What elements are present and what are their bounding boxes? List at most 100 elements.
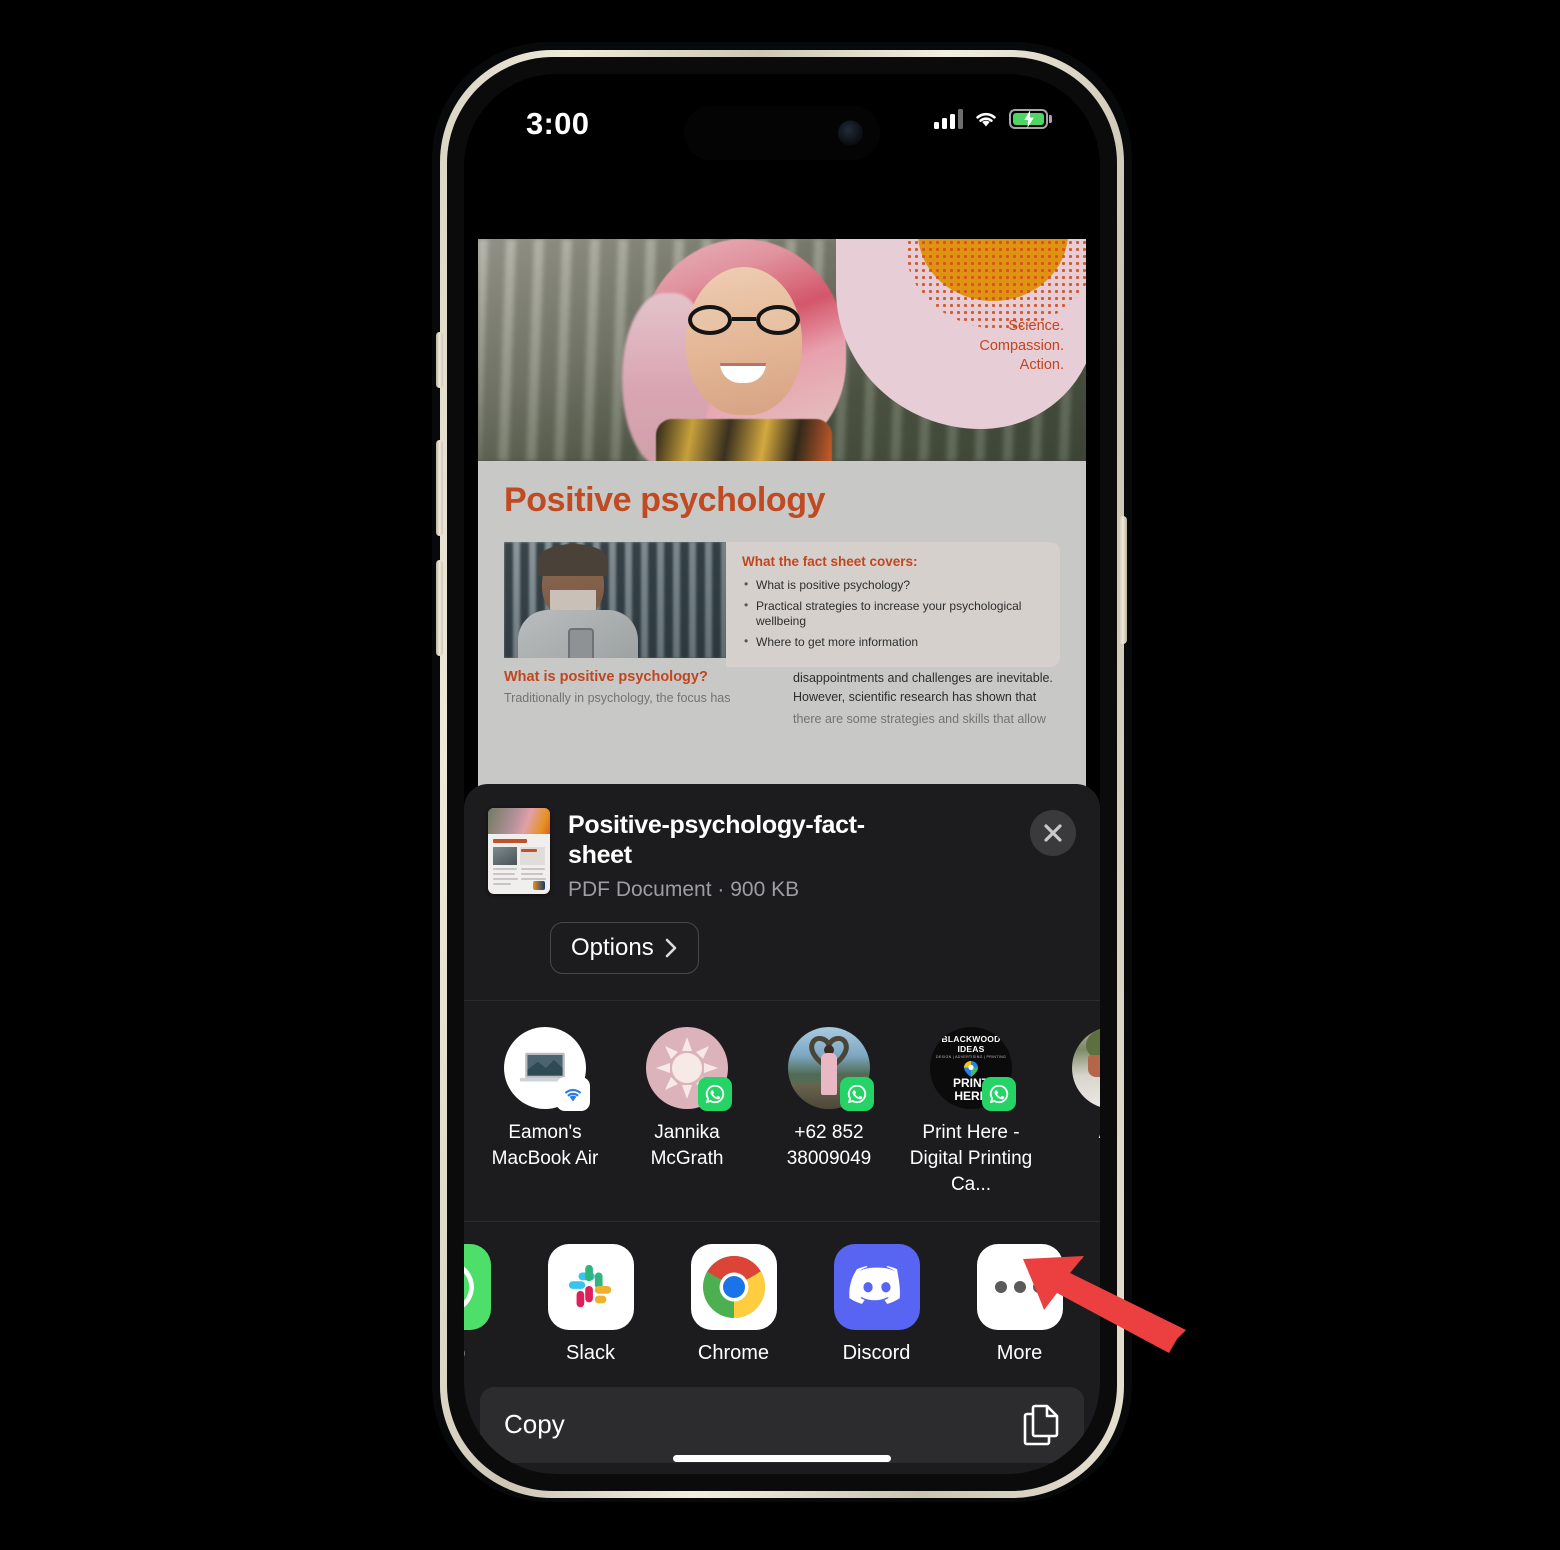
home-indicator [673, 1455, 891, 1462]
share-sheet-file-info: Positive-psychology-fact-sheet PDF Docum… [568, 808, 1076, 902]
phone-screen: Science. Compassion. Action. Positive ps… [464, 74, 1100, 1474]
share-target-arc[interactable]: Arc [1042, 1027, 1100, 1199]
pdf-preview[interactable]: Science. Compassion. Action. Positive ps… [478, 239, 1086, 799]
man-phone [568, 628, 594, 658]
tagline-line-1: Science. [1008, 318, 1064, 334]
share-target-label: +62 852 38009049 [786, 1122, 872, 1170]
hero-person-photo [618, 239, 868, 461]
close-button[interactable] [1030, 810, 1076, 856]
thumbnail-footer-logo [533, 881, 545, 890]
pdf-right-text: disappointments and challenges are inevi… [793, 671, 1053, 704]
status-bar-time: 3:00 [526, 106, 590, 141]
avatar [1072, 1027, 1100, 1109]
beach-person-body [821, 1053, 837, 1095]
share-app-label: App [464, 1342, 519, 1365]
close-icon [1044, 824, 1062, 842]
airdrop-badge-icon [556, 1077, 590, 1111]
share-app-label: Discord [842, 1341, 911, 1364]
volume-down-button[interactable] [436, 560, 443, 656]
pdf-thumbnail [488, 808, 550, 894]
covers-heading: What the fact sheet covers: [742, 554, 918, 569]
avatar: BLACKWOOD IDEAS DESIGN | ADVERTISING | P… [930, 1027, 1016, 1111]
covers-item: Where to get more information [742, 634, 1048, 651]
chevron-right-icon [665, 938, 677, 958]
pdf-man-photo [504, 542, 726, 658]
share-target-jannika[interactable]: Jannika McGrath [616, 1027, 758, 1199]
action-button[interactable] [436, 332, 443, 388]
pdf-hero-image: Science. Compassion. Action. [478, 239, 1086, 461]
share-app-label: Slack [566, 1341, 615, 1364]
copy-documents-icon [1023, 1404, 1059, 1445]
wifi-icon [976, 112, 996, 126]
pdf-columns: What is positive psychology? Traditional… [504, 669, 1060, 725]
share-app-discord[interactable]: Discord [805, 1243, 948, 1365]
share-apps-row[interactable]: App [464, 1222, 1100, 1377]
avatar [504, 1027, 590, 1111]
share-target-macbook[interactable]: Eamon's MacBook Air [474, 1027, 616, 1199]
hero-face [686, 267, 802, 415]
pdf-left-text: Traditionally in psychology, the focus h… [504, 691, 731, 706]
more-app-icon [976, 1243, 1063, 1330]
share-target-label: Eamon's MacBook Air [491, 1122, 599, 1170]
hero-shirt [656, 419, 832, 461]
screenshot-stage: Science. Compassion. Action. Positive ps… [0, 0, 1560, 1550]
avatar [788, 1027, 874, 1111]
share-sheet-header: Positive-psychology-fact-sheet PDF Docum… [464, 784, 1100, 902]
thumbnail-hero [488, 808, 550, 834]
covers-list: What is positive psychology? Practical s… [742, 577, 1048, 651]
share-app-label: More [996, 1341, 1043, 1364]
share-target-label: Arc [1042, 1120, 1100, 1146]
plant-pot [1088, 1055, 1100, 1077]
man-hair [538, 544, 608, 576]
share-targets-row[interactable]: Eamon's MacBook Air Jannika McGrath +62 … [464, 1001, 1100, 1217]
options-label: Options [571, 934, 654, 961]
file-name: Positive-psychology-fact-sheet [568, 811, 865, 869]
pdf-title: Positive psychology [504, 481, 826, 519]
discord-app-icon [833, 1243, 920, 1330]
battery-charging-icon [1009, 108, 1048, 129]
thumbnail-accent-line [521, 849, 537, 852]
pdf-body: Positive psychology What the fact sheet … [478, 461, 1086, 726]
share-sheet: Positive-psychology-fact-sheet PDF Docum… [464, 784, 1100, 1474]
pdf-tagline: Science. Compassion. Action. [979, 317, 1064, 376]
slack-app-icon [547, 1243, 634, 1330]
pdf-section-heading: What is positive psychology? [504, 669, 708, 686]
share-app-slack[interactable]: Slack [519, 1243, 662, 1365]
share-app-label: Chrome [697, 1341, 770, 1364]
thumbnail-image [493, 847, 517, 865]
tagline-line-3: Action. [1019, 357, 1064, 374]
volume-up-button[interactable] [436, 440, 443, 536]
cellular-signal-icon [934, 108, 963, 129]
dynamic-island [684, 106, 880, 160]
covers-item: Practical strategies to increase your ps… [742, 598, 1048, 630]
tagline-line-2: Compassion. [979, 337, 1064, 354]
copy-label: Copy [504, 1409, 565, 1440]
power-button[interactable] [1119, 516, 1127, 644]
share-target-phone-number[interactable]: +62 852 38009049 [758, 1027, 900, 1199]
whatsapp-app-icon [464, 1243, 491, 1330]
thumbnail-title-line [493, 839, 527, 843]
status-bar: 3:00 [464, 74, 1100, 160]
file-meta: PDF Document · 900 KB [568, 878, 800, 901]
copy-action-row[interactable]: Copy [480, 1386, 1084, 1463]
share-target-print-here[interactable]: BLACKWOOD IDEAS DESIGN | ADVERTISING | P… [900, 1027, 1042, 1199]
whatsapp-badge-icon [840, 1077, 874, 1111]
status-bar-indicators [934, 108, 1048, 129]
print-here-brand: BLACKWOOD IDEAS [941, 1033, 1001, 1054]
share-app-whatsapp[interactable]: App [464, 1243, 519, 1365]
chrome-app-icon [690, 1243, 777, 1330]
share-target-label: Print Here - Digital Printing Ca... [909, 1122, 1033, 1196]
photo-man [518, 544, 638, 658]
pdf-right-text-faded: there are some strategies and skills tha… [793, 711, 1046, 726]
share-app-chrome[interactable]: Chrome [662, 1243, 805, 1365]
whatsapp-badge-icon [982, 1077, 1016, 1111]
covers-item: What is positive psychology? [742, 577, 1048, 594]
options-button[interactable]: Options [550, 922, 699, 974]
plant-photo-avatar [1072, 1027, 1100, 1109]
share-app-more[interactable]: More [948, 1243, 1091, 1365]
avatar [646, 1027, 732, 1111]
pdf-covers-box: What the fact sheet covers: What is posi… [726, 542, 1060, 668]
pdf-feature-row: What the fact sheet covers: What is posi… [504, 542, 1060, 668]
whatsapp-badge-icon [698, 1077, 732, 1111]
share-target-label: Jannika McGrath [650, 1122, 724, 1170]
